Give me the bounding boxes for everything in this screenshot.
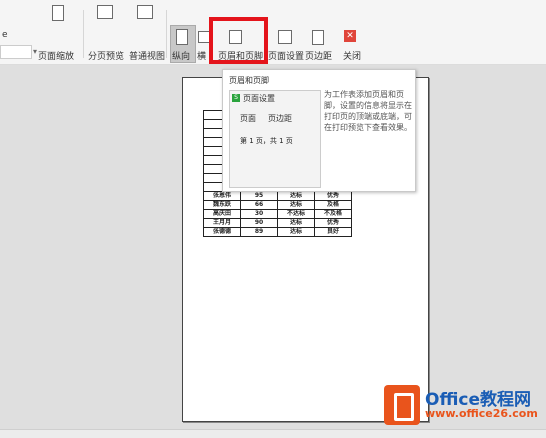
table-cell[interactable]: 30 <box>240 209 278 219</box>
table-row: 魏东跃 66 达标 及格 <box>203 200 352 210</box>
table-cell[interactable]: 良好 <box>314 227 352 237</box>
landscape-button[interactable]: 横 <box>197 49 206 62</box>
table-row: 张德德 89 达标 良好 <box>203 227 352 237</box>
table-cell[interactable]: 95 <box>240 191 278 201</box>
normal-view-icon <box>137 5 153 19</box>
page-setup-button[interactable]: 页面设置 <box>268 49 304 62</box>
page-margin-icon <box>312 30 324 45</box>
page-margin-button[interactable]: 页边距 <box>305 49 332 62</box>
zoom-button[interactable]: 页面缩放 <box>38 49 74 62</box>
table-cell[interactable]: 魏东跃 <box>203 200 241 210</box>
table-cell[interactable]: 不及格 <box>314 209 352 219</box>
highlight-box <box>209 17 268 64</box>
separator <box>166 10 167 58</box>
portrait-icon <box>176 29 188 45</box>
table-cell[interactable]: 达标 <box>277 227 315 237</box>
page-break-preview-button[interactable]: 分页预览 <box>88 49 124 62</box>
table-cell[interactable]: 达标 <box>277 191 315 201</box>
tooltip-tab-page: 页面 <box>240 114 256 123</box>
page-break-preview-icon <box>97 5 113 19</box>
table-cell[interactable]: 66 <box>240 200 278 210</box>
page-setup-icon <box>278 30 292 44</box>
toolbar-left-fragment: e <box>2 30 8 40</box>
tooltip-preview-heading: 页面设置 <box>243 94 275 103</box>
table-cell[interactable]: 王月月 <box>203 218 241 228</box>
close-icon: ✕ <box>344 30 356 42</box>
watermark-url: www.office26.com <box>425 407 538 420</box>
table-cell[interactable]: 达标 <box>277 200 315 210</box>
toolbar: e ▾ 页面缩放 分页预览 普通视图 纵向 横 页眉和页脚 页面设置 页边距 ✕… <box>0 0 546 65</box>
table-cell[interactable]: 优秀 <box>314 191 352 201</box>
tooltip-description: 为工作表添加页眉和页脚，设置的信息将显示在打印页的顶端或底端，可在打印预览下查看… <box>324 90 412 132</box>
table-cell[interactable]: 90 <box>240 218 278 228</box>
separator <box>83 10 84 58</box>
normal-view-button[interactable]: 普通视图 <box>129 49 165 62</box>
tooltip-title: 页眉和页脚 <box>229 76 269 85</box>
tooltip-preview: S 页面设置 页面 页边距 第 1 页，共 1 页 <box>229 90 321 188</box>
table-cell[interactable]: 张德德 <box>203 227 241 237</box>
table-cell[interactable]: 不达标 <box>277 209 315 219</box>
table-cell[interactable]: 优秀 <box>314 218 352 228</box>
table-row: 王月月 90 达标 优秀 <box>203 218 352 228</box>
tooltip-preview-text: 第 1 页，共 1 页 <box>240 137 293 145</box>
table-cell[interactable]: 张恩伟 <box>203 191 241 201</box>
table-cell[interactable]: 及格 <box>314 200 352 210</box>
chevron-down-icon[interactable]: ▾ <box>33 47 37 56</box>
zoom-icon <box>52 5 64 21</box>
table-cell[interactable]: 89 <box>240 227 278 237</box>
portrait-label: 纵向 <box>172 52 191 62</box>
office-logo-icon <box>384 385 420 425</box>
tooltip-tab-margin: 页边距 <box>268 114 292 123</box>
page-setup-logo-icon: S <box>232 94 240 102</box>
close-button[interactable]: 关闭 <box>343 49 361 62</box>
zoom-combo[interactable] <box>0 45 32 59</box>
table-row: 高庆田 30 不达标 不及格 <box>203 209 352 219</box>
table-row: 张恩伟 95 达标 优秀 <box>203 191 352 201</box>
header-footer-tooltip: 页眉和页脚 S 页面设置 页面 页边距 第 1 页，共 1 页 为工作表添加页眉… <box>222 69 416 192</box>
table-cell[interactable]: 达标 <box>277 218 315 228</box>
table-cell[interactable]: 高庆田 <box>203 209 241 219</box>
